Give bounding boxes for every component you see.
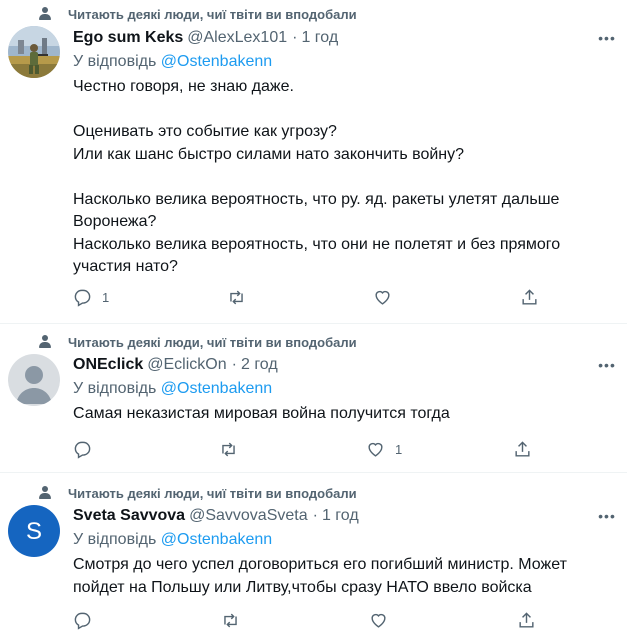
share-button[interactable]: [520, 288, 539, 307]
reply-icon: [74, 612, 91, 630]
reply-button[interactable]: [73, 611, 102, 630]
reply-count: 1: [102, 290, 110, 305]
display-name[interactable]: Sveta Savvova: [73, 507, 185, 525]
social-context-text: Читають деякі люди, чиї твіти ви вподоба…: [68, 334, 357, 350]
social-context: Читають деякі люди, чиї твіти ви вподоба…: [38, 6, 357, 22]
timestamp[interactable]: 1 год: [301, 29, 338, 47]
separator-dot: ·: [231, 356, 237, 373]
person-icon: [38, 7, 52, 21]
retweet-button[interactable]: [227, 288, 256, 307]
reply-button[interactable]: 1: [73, 288, 109, 307]
tweet[interactable]: Читають деякі люди, чиї твіти ви вподоба…: [0, 324, 627, 473]
retweet-icon: [230, 290, 243, 305]
social-context: Читають деякі люди, чиї твіти ви вподоба…: [38, 485, 357, 501]
user-handle[interactable]: @EclickOn: [147, 356, 226, 374]
reply-prefix: У відповідь: [73, 380, 157, 397]
avatar-letter: S: [26, 518, 42, 545]
display-name[interactable]: Ego sum Keks: [73, 29, 183, 47]
tweet-header: ONEclick @EclickOn · 2 год: [73, 354, 278, 376]
person-icon: [38, 486, 52, 500]
share-icon: [522, 289, 537, 305]
more-icon[interactable]: •••: [597, 355, 617, 375]
display-name[interactable]: ONEclick: [73, 356, 143, 374]
like-button[interactable]: [369, 611, 398, 630]
reply-prefix: У відповідь: [73, 531, 157, 548]
retweet-button[interactable]: [219, 440, 248, 459]
retweet-icon: [222, 442, 235, 457]
more-icon[interactable]: •••: [597, 506, 617, 526]
avatar[interactable]: S: [8, 505, 60, 557]
share-button[interactable]: [513, 440, 532, 459]
tweet-text: Честно говоря, не знаю даже. Оценивать э…: [73, 78, 561, 275]
retweet-button[interactable]: [221, 611, 250, 630]
person-icon: [38, 335, 52, 349]
avatar[interactable]: [8, 354, 60, 406]
tweet[interactable]: Читають деякі люди, чиї твіти ви вподоба…: [0, 0, 627, 324]
default-person-avatar-icon: [8, 354, 60, 406]
reply-context: У відповідь @Ostenbakenn: [73, 53, 272, 71]
like-button[interactable]: [373, 288, 402, 307]
separator-dot: ·: [312, 507, 318, 524]
like-icon: [371, 613, 386, 628]
action-bar: 1: [73, 440, 543, 460]
reply-context: У відповідь @Ostenbakenn: [73, 531, 272, 549]
reply-button[interactable]: [73, 440, 102, 459]
share-icon: [515, 441, 530, 457]
user-handle[interactable]: @AlexLex101: [187, 29, 287, 47]
like-icon: [368, 442, 383, 457]
reply-mention-link[interactable]: @Ostenbakenn: [161, 531, 272, 548]
reply-context: У відповідь @Ostenbakenn: [73, 380, 272, 398]
tweet[interactable]: Читають деякі люди, чиї твіти ви вподоба…: [0, 473, 627, 635]
tweet-header: Ego sum Keks @AlexLex101 · 1 год: [73, 27, 338, 49]
reply-icon: [74, 289, 91, 307]
reply-icon: [74, 441, 91, 459]
tweet-text: Смотря до чего успел договориться его по…: [73, 556, 572, 596]
action-bar: 1: [73, 288, 543, 308]
soldier-photo-avatar-icon: [8, 26, 60, 78]
avatar[interactable]: [8, 26, 60, 78]
like-count: 1: [395, 442, 403, 457]
share-icon: [519, 612, 534, 628]
reply-prefix: У відповідь: [73, 53, 157, 70]
action-bar: [73, 611, 543, 631]
tweet-text: Самая неказистая мировая война получится…: [73, 405, 450, 422]
social-context: Читають деякі люди, чиї твіти ви вподоба…: [38, 334, 357, 350]
like-button[interactable]: 1: [366, 440, 402, 459]
retweet-icon: [224, 613, 237, 628]
tweet-header: Sveta Savvova @SavvovaSveta · 1 год: [73, 505, 359, 527]
timestamp[interactable]: 2 год: [241, 356, 278, 374]
reply-mention-link[interactable]: @Ostenbakenn: [161, 53, 272, 70]
social-context-text: Читають деякі люди, чиї твіти ви вподоба…: [68, 485, 357, 501]
letter-avatar-icon: S: [8, 505, 60, 557]
like-icon: [375, 290, 390, 305]
social-context-text: Читають деякі люди, чиї твіти ви вподоба…: [68, 6, 357, 22]
share-button[interactable]: [517, 611, 536, 630]
separator-dot: ·: [292, 29, 298, 46]
more-icon[interactable]: •••: [597, 28, 617, 48]
timestamp[interactable]: 1 год: [322, 507, 359, 525]
reply-mention-link[interactable]: @Ostenbakenn: [161, 380, 272, 397]
user-handle[interactable]: @SavvovaSveta: [189, 507, 308, 525]
